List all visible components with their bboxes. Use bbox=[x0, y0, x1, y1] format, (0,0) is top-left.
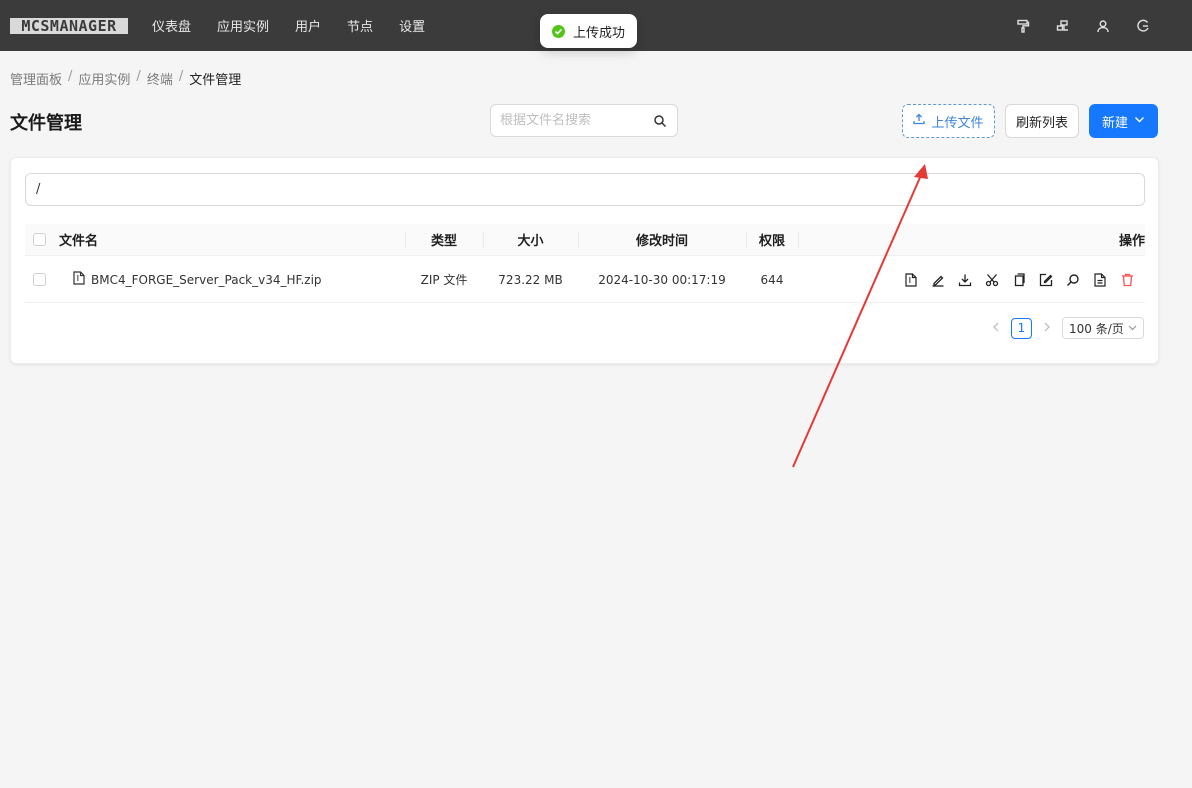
table-row[interactable]: BMC4_FORGE_Server_Pack_v34_HF.zip ZIP 文件… bbox=[25, 257, 1145, 303]
file-permission[interactable]: 644 bbox=[746, 257, 798, 302]
col-header-name[interactable]: 文件名 bbox=[59, 224, 98, 255]
edit-icon[interactable] bbox=[1038, 272, 1054, 288]
table-header: 文件名 类型 大小 修改时间 权限 操作 bbox=[25, 224, 1145, 256]
chevron-down-icon bbox=[1134, 114, 1145, 129]
logout-icon[interactable] bbox=[1134, 17, 1152, 35]
page-title: 文件管理 bbox=[10, 113, 82, 134]
breadcrumb-item-terminal[interactable]: 终端 bbox=[147, 69, 173, 88]
pagination: 1 100 条/页 bbox=[989, 317, 1144, 339]
file-size: 723.22 MB bbox=[498, 272, 563, 287]
check-circle-icon bbox=[552, 24, 565, 38]
col-header-type[interactable]: 类型 bbox=[405, 224, 483, 255]
new-dropdown-button[interactable]: 新建 bbox=[1089, 104, 1158, 138]
upload-icon bbox=[913, 113, 926, 129]
success-toast: 上传成功 bbox=[540, 14, 638, 48]
app-logo[interactable]: MCSMANAGER bbox=[10, 17, 128, 35]
column-divider bbox=[798, 232, 799, 248]
nav-item-instances[interactable]: 应用实例 bbox=[217, 16, 269, 35]
file-icon[interactable] bbox=[903, 272, 919, 288]
user-icon[interactable] bbox=[1094, 17, 1112, 35]
main-nav: 仪表盘 应用实例 用户 节点 设置 bbox=[152, 16, 451, 35]
upload-file-button[interactable]: 上传文件 bbox=[902, 104, 995, 138]
col-header-mtime[interactable]: 修改时间 bbox=[578, 224, 746, 255]
refresh-list-button[interactable]: 刷新列表 bbox=[1005, 104, 1079, 138]
prev-page-icon[interactable] bbox=[989, 321, 1003, 335]
row-actions bbox=[903, 257, 1135, 302]
nav-item-settings[interactable]: 设置 bbox=[399, 16, 425, 35]
rename-icon[interactable] bbox=[930, 272, 946, 288]
nav-item-dashboard[interactable]: 仪表盘 bbox=[152, 16, 191, 35]
copy-icon[interactable] bbox=[1011, 272, 1027, 288]
search-input[interactable] bbox=[500, 113, 650, 128]
file-info-icon[interactable] bbox=[1092, 272, 1108, 288]
current-path-field[interactable]: / bbox=[25, 173, 1145, 206]
file-type: ZIP 文件 bbox=[420, 273, 468, 287]
breadcrumb-item-panel[interactable]: 管理面板 bbox=[10, 69, 62, 88]
select-all-checkbox[interactable] bbox=[33, 233, 46, 246]
page-size-value: 100 条/页 bbox=[1069, 321, 1124, 336]
nav-item-nodes[interactable]: 节点 bbox=[347, 16, 373, 35]
col-header-perm[interactable]: 权限 bbox=[746, 224, 798, 255]
breadcrumb-separator: / bbox=[178, 69, 184, 84]
breadcrumb: 管理面板 / 应用实例 / 终端 / 文件管理 bbox=[10, 69, 241, 88]
nav-right-icons bbox=[1014, 17, 1152, 35]
nav-item-users[interactable]: 用户 bbox=[295, 16, 321, 35]
search-icon[interactable] bbox=[653, 113, 667, 128]
cut-icon[interactable] bbox=[984, 272, 1000, 288]
file-mtime: 2024-10-30 00:17:19 bbox=[598, 272, 726, 287]
col-header-size[interactable]: 大小 bbox=[483, 224, 578, 255]
page-size-select[interactable]: 100 条/页 bbox=[1062, 317, 1144, 339]
col-header-actions: 操作 bbox=[1118, 234, 1145, 249]
search-box bbox=[490, 104, 678, 137]
paint-roller-icon[interactable] bbox=[1014, 17, 1032, 35]
zip-file-icon bbox=[73, 271, 85, 288]
next-page-icon[interactable] bbox=[1040, 321, 1054, 335]
download-icon[interactable] bbox=[957, 272, 973, 288]
upload-file-label: 上传文件 bbox=[931, 115, 984, 131]
breadcrumb-item-current: 文件管理 bbox=[189, 73, 242, 88]
page-number-current[interactable]: 1 bbox=[1011, 317, 1032, 339]
new-button-label: 新建 bbox=[1101, 115, 1128, 131]
breadcrumb-separator: / bbox=[68, 69, 73, 84]
file-name-link[interactable]: BMC4_FORGE_Server_Pack_v34_HF.zip bbox=[91, 273, 322, 287]
row-checkbox[interactable] bbox=[33, 273, 46, 286]
delete-icon[interactable] bbox=[1119, 272, 1135, 288]
cluster-icon[interactable] bbox=[1054, 17, 1072, 35]
file-list-card: / 文件名 类型 大小 修改时间 权限 操作 BMC4_FORGE_Server… bbox=[10, 157, 1159, 364]
toast-message: 上传成功 bbox=[573, 25, 626, 41]
breadcrumb-separator: / bbox=[136, 69, 141, 84]
chevron-down-icon bbox=[1128, 321, 1137, 335]
search-icon[interactable] bbox=[1065, 272, 1081, 288]
breadcrumb-item-instances[interactable]: 应用实例 bbox=[78, 69, 130, 88]
